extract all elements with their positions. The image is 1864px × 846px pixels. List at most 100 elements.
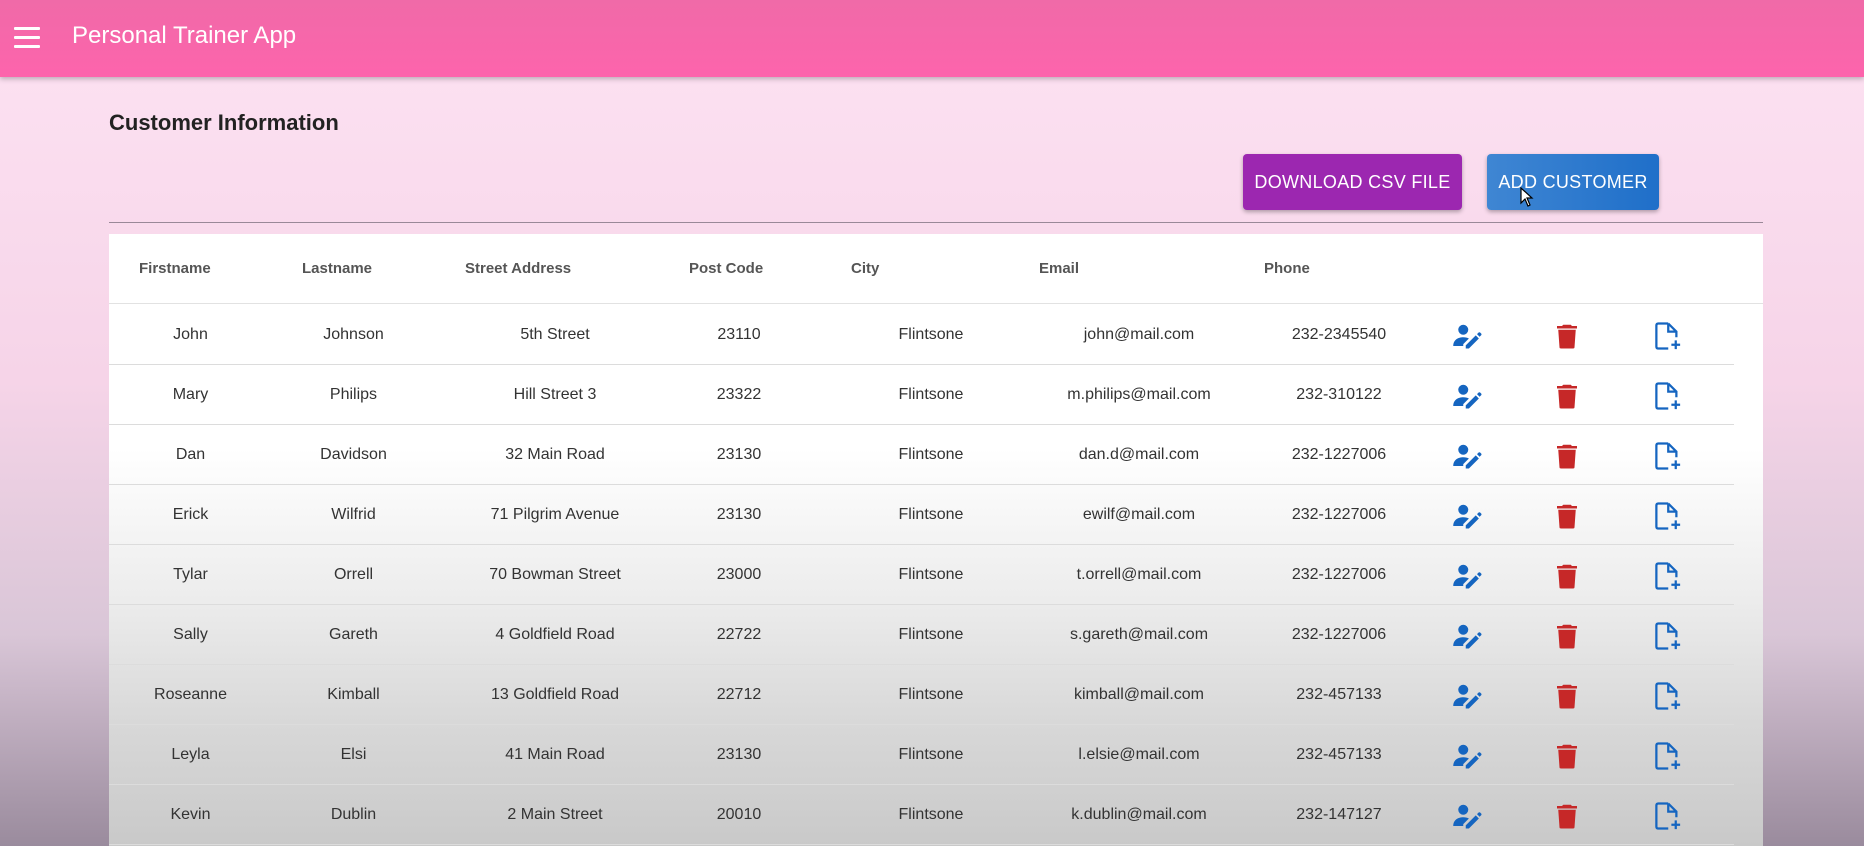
table-row: Erick Wilfrid 71 Pilgrim Avenue 23130 Fl… [109, 485, 1734, 545]
trash-icon[interactable] [1552, 681, 1582, 711]
cell-phone: 232-1227006 [1291, 626, 1387, 643]
note-add-icon[interactable] [1652, 321, 1682, 351]
note-add-icon[interactable] [1652, 381, 1682, 411]
cell-firstname: Erick [172, 506, 209, 523]
cell-email: t.orrell@mail.com [1076, 566, 1202, 583]
column-header-street-address[interactable]: Street Address [465, 260, 571, 277]
cell-firstname: Tylar [173, 566, 208, 583]
table-header: Firstname Lastname Street Address Post C… [109, 234, 1763, 304]
edit-person-icon[interactable] [1452, 621, 1482, 651]
cell-phone: 232-1227006 [1291, 446, 1387, 463]
cell-email: ewilf@mail.com [1082, 506, 1196, 523]
cell-lastname: Davidson [320, 446, 387, 463]
trash-icon[interactable] [1552, 741, 1582, 771]
cell-street-address: 32 Main Road [505, 446, 605, 463]
trash-icon[interactable] [1552, 801, 1582, 831]
note-add-icon[interactable] [1652, 801, 1682, 831]
trash-icon[interactable] [1552, 561, 1582, 591]
edit-person-icon[interactable] [1452, 681, 1482, 711]
cell-post-code: 20010 [716, 806, 762, 823]
note-add-icon[interactable] [1652, 501, 1682, 531]
note-add-icon[interactable] [1652, 441, 1682, 471]
cell-street-address: 13 Goldfield Road [490, 686, 620, 703]
cell-city: Flintsone [898, 686, 964, 703]
cell-lastname: Gareth [329, 626, 378, 643]
cell-firstname: Mary [172, 386, 209, 403]
cell-post-code: 23130 [716, 746, 762, 763]
cell-street-address: 71 Pilgrim Avenue [490, 506, 620, 523]
cell-city: Flintsone [898, 446, 964, 463]
trash-icon[interactable] [1552, 441, 1582, 471]
cell-street-address: 5th Street [520, 326, 590, 343]
page-title: Customer Information [109, 110, 339, 135]
download-csv-button[interactable]: DOWNLOAD CSV FILE [1243, 154, 1462, 210]
cell-phone: 232-457133 [1296, 686, 1382, 703]
cell-lastname: Orrell [333, 566, 374, 583]
menu-icon[interactable] [14, 27, 40, 49]
edit-person-icon[interactable] [1452, 741, 1482, 771]
cell-phone: 232-1227006 [1291, 566, 1387, 583]
note-add-icon[interactable] [1652, 561, 1682, 591]
cell-lastname: Johnson [323, 326, 384, 343]
table-row: Mary Philips Hill Street 3 23322 Flintso… [109, 365, 1734, 425]
cell-street-address: 4 Goldfield Road [495, 626, 615, 643]
column-header-firstname[interactable]: Firstname [139, 260, 211, 277]
cell-email: john@mail.com [1083, 326, 1195, 343]
column-header-lastname[interactable]: Lastname [302, 260, 372, 277]
note-add-icon[interactable] [1652, 621, 1682, 651]
cell-email: m.philips@mail.com [1067, 386, 1211, 403]
note-add-icon[interactable] [1652, 741, 1682, 771]
cell-city: Flintsone [898, 506, 964, 523]
edit-person-icon[interactable] [1452, 801, 1482, 831]
cell-street-address: 41 Main Road [505, 746, 605, 763]
cell-phone: 232-310122 [1296, 386, 1382, 403]
cell-email: kimball@mail.com [1073, 686, 1205, 703]
cell-post-code: 22722 [716, 626, 762, 643]
edit-person-icon[interactable] [1452, 561, 1482, 591]
cell-lastname: Kimball [327, 686, 380, 703]
table-row: Leyla Elsi 41 Main Road 23130 Flintsone … [109, 725, 1734, 785]
table-row: Tylar Orrell 70 Bowman Street 23000 Flin… [109, 545, 1734, 605]
cell-phone: 232-457133 [1296, 746, 1382, 763]
column-header-phone[interactable]: Phone [1264, 260, 1310, 277]
edit-person-icon[interactable] [1452, 441, 1482, 471]
edit-person-icon[interactable] [1452, 381, 1482, 411]
cell-street-address: 2 Main Street [507, 806, 603, 823]
edit-person-icon[interactable] [1452, 501, 1482, 531]
trash-icon[interactable] [1552, 501, 1582, 531]
cell-email: l.elsie@mail.com [1078, 746, 1200, 763]
app-bar: Personal Trainer App [0, 0, 1864, 77]
cell-city: Flintsone [898, 566, 964, 583]
cell-post-code: 22712 [716, 686, 762, 703]
trash-icon[interactable] [1552, 381, 1582, 411]
note-add-icon[interactable] [1652, 681, 1682, 711]
column-header-city[interactable]: City [851, 260, 879, 277]
cell-city: Flintsone [898, 326, 964, 343]
cell-phone: 232-1227006 [1291, 506, 1387, 523]
column-header-post-code[interactable]: Post Code [689, 260, 763, 277]
cell-email: dan.d@mail.com [1078, 446, 1200, 463]
cell-firstname: Dan [175, 446, 206, 463]
column-header-email[interactable]: Email [1039, 260, 1079, 277]
app-title: Personal Trainer App [72, 22, 297, 49]
edit-person-icon[interactable] [1452, 321, 1482, 351]
trash-icon[interactable] [1552, 621, 1582, 651]
cell-city: Flintsone [898, 806, 964, 823]
add-customer-button[interactable]: ADD CUSTOMER [1487, 154, 1659, 210]
table-row: John Johnson 5th Street 23110 Flintsone … [109, 305, 1734, 365]
cell-lastname: Philips [329, 386, 378, 403]
cell-post-code: 23000 [716, 566, 762, 583]
cell-lastname: Elsi [340, 746, 367, 763]
divider [109, 222, 1763, 223]
cell-firstname: John [173, 326, 208, 343]
cell-firstname: Sally [173, 626, 208, 643]
cell-post-code: 23130 [716, 446, 762, 463]
cell-city: Flintsone [898, 746, 964, 763]
cell-street-address: Hill Street 3 [513, 386, 597, 403]
table-row: Dan Davidson 32 Main Road 23130 Flintson… [109, 425, 1734, 485]
cell-street-address: 70 Bowman Street [489, 566, 621, 583]
cell-post-code: 23130 [716, 506, 762, 523]
cell-post-code: 23110 [717, 326, 761, 343]
cell-email: s.gareth@mail.com [1069, 626, 1209, 643]
trash-icon[interactable] [1552, 321, 1582, 351]
